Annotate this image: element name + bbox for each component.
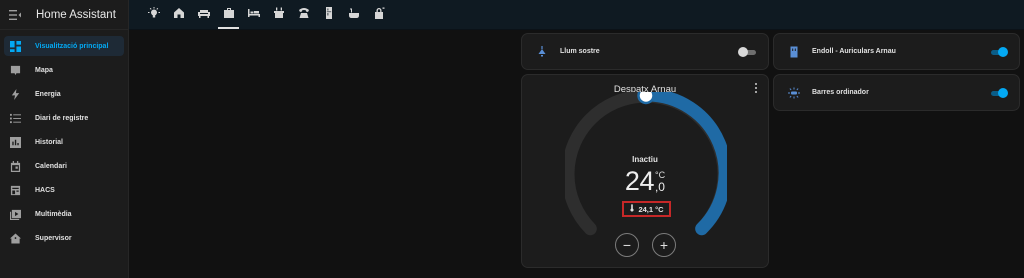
sidebar-item-energy[interactable]: Energia bbox=[4, 84, 124, 104]
desk-bars-toggle[interactable] bbox=[989, 87, 1008, 98]
menu-collapse-icon[interactable] bbox=[8, 8, 22, 22]
sidebar-item-label: HACS bbox=[35, 186, 55, 194]
target-temperature-integer: 24 bbox=[624, 166, 655, 196]
more-options-icon[interactable] bbox=[754, 83, 758, 94]
headphones-plug-toggle[interactable] bbox=[989, 46, 1008, 57]
sidebar-item-label: Historial bbox=[35, 138, 64, 146]
sofa-icon bbox=[197, 6, 210, 24]
sidebar-item-hacs[interactable]: HACS bbox=[4, 180, 124, 200]
sidebar-item-label: Multimèdia bbox=[35, 210, 72, 218]
tab-home[interactable] bbox=[166, 0, 191, 30]
sidebar-item-label: Visualització principal bbox=[35, 42, 109, 50]
sidebar-item-logbook[interactable]: Diari de registre bbox=[4, 108, 124, 128]
tab-living-room[interactable] bbox=[191, 0, 216, 30]
tab-security[interactable] bbox=[366, 0, 391, 30]
home-assistant-icon bbox=[9, 232, 21, 244]
desk-bars-label: Barres ordinador bbox=[812, 89, 869, 96]
tab-lights[interactable] bbox=[141, 0, 166, 30]
app-title: Home Assistant bbox=[36, 8, 116, 21]
headphones-plug-card[interactable]: Endoll - Auriculars Arnau bbox=[773, 33, 1020, 70]
bathtub-icon bbox=[348, 6, 360, 24]
target-temperature-decimal: ,0 bbox=[654, 180, 665, 194]
sidebar-nav: Visualització principal Mapa Energia Dia… bbox=[0, 30, 128, 248]
headphones-plug-label: Endoll - Auriculars Arnau bbox=[812, 48, 896, 55]
tab-phone[interactable] bbox=[291, 0, 316, 30]
dashboard-icon bbox=[9, 40, 21, 52]
sidebar-item-supervisor[interactable]: Supervisor bbox=[4, 228, 124, 248]
format-list-icon bbox=[9, 112, 21, 124]
sidebar-item-calendar[interactable]: Calendari bbox=[4, 156, 124, 176]
tab-bathroom[interactable] bbox=[341, 0, 366, 30]
ceiling-light-label: Llum sostre bbox=[560, 48, 600, 55]
thermometer-icon bbox=[629, 204, 638, 214]
lock-icon bbox=[373, 6, 385, 24]
current-temperature-badge: 24,1 °C bbox=[622, 201, 671, 217]
sidebar-item-label: Energia bbox=[35, 90, 61, 98]
desk-bars-card[interactable]: Barres ordinador bbox=[773, 74, 1020, 111]
briefcase-icon bbox=[223, 6, 235, 24]
temperature-unit: °C bbox=[654, 170, 666, 180]
hvac-state: Inactiu bbox=[632, 155, 658, 164]
hacs-icon bbox=[9, 184, 21, 196]
chart-box-icon bbox=[9, 136, 21, 148]
tab-fridge[interactable] bbox=[316, 0, 341, 30]
sidebar-item-media[interactable]: Multimèdia bbox=[4, 204, 124, 224]
ceiling-light-toggle[interactable] bbox=[738, 46, 756, 57]
tab-kitchen[interactable] bbox=[266, 0, 291, 30]
light-bars-icon bbox=[786, 85, 802, 101]
target-temperature: 24 °C ,0 bbox=[522, 166, 768, 197]
sidebar-item-history[interactable]: Historial bbox=[4, 132, 124, 152]
lightning-bolt-icon bbox=[9, 88, 21, 100]
increase-temperature-button[interactable]: + bbox=[652, 233, 676, 257]
sidebar-item-label: Supervisor bbox=[35, 234, 72, 242]
ceiling-light-card[interactable]: Llum sostre bbox=[521, 33, 769, 70]
sidebar-item-label: Diari de registre bbox=[35, 114, 89, 122]
sidebar: Home Assistant Visualització principal M… bbox=[0, 0, 129, 278]
view-tabs-bar bbox=[129, 0, 1024, 30]
map-account-icon bbox=[9, 64, 21, 76]
sidebar-item-label: Mapa bbox=[35, 66, 53, 74]
bed-icon bbox=[247, 6, 260, 24]
decrease-temperature-button[interactable]: − bbox=[615, 233, 639, 257]
tab-bedroom[interactable] bbox=[241, 0, 266, 30]
sidebar-item-overview[interactable]: Visualització principal bbox=[4, 36, 124, 56]
current-temperature-value: 24,1 °C bbox=[638, 204, 664, 214]
home-icon bbox=[173, 6, 185, 24]
calendar-icon bbox=[9, 160, 21, 172]
thermostat-card: Despatx Arnau Inactiu 24 °C ,0 24,1 °C − + bbox=[521, 74, 769, 268]
ceiling-light-icon bbox=[534, 44, 550, 60]
sidebar-header: Home Assistant bbox=[0, 0, 128, 30]
tab-office[interactable] bbox=[216, 0, 241, 30]
fridge-icon bbox=[323, 6, 335, 24]
phone-icon bbox=[298, 6, 310, 24]
sidebar-item-map[interactable]: Mapa bbox=[4, 60, 124, 80]
power-socket-icon bbox=[786, 44, 802, 60]
stove-icon bbox=[273, 6, 285, 24]
play-box-icon bbox=[9, 208, 21, 220]
sidebar-item-label: Calendari bbox=[35, 162, 67, 170]
lightbulb-icon bbox=[147, 6, 160, 24]
